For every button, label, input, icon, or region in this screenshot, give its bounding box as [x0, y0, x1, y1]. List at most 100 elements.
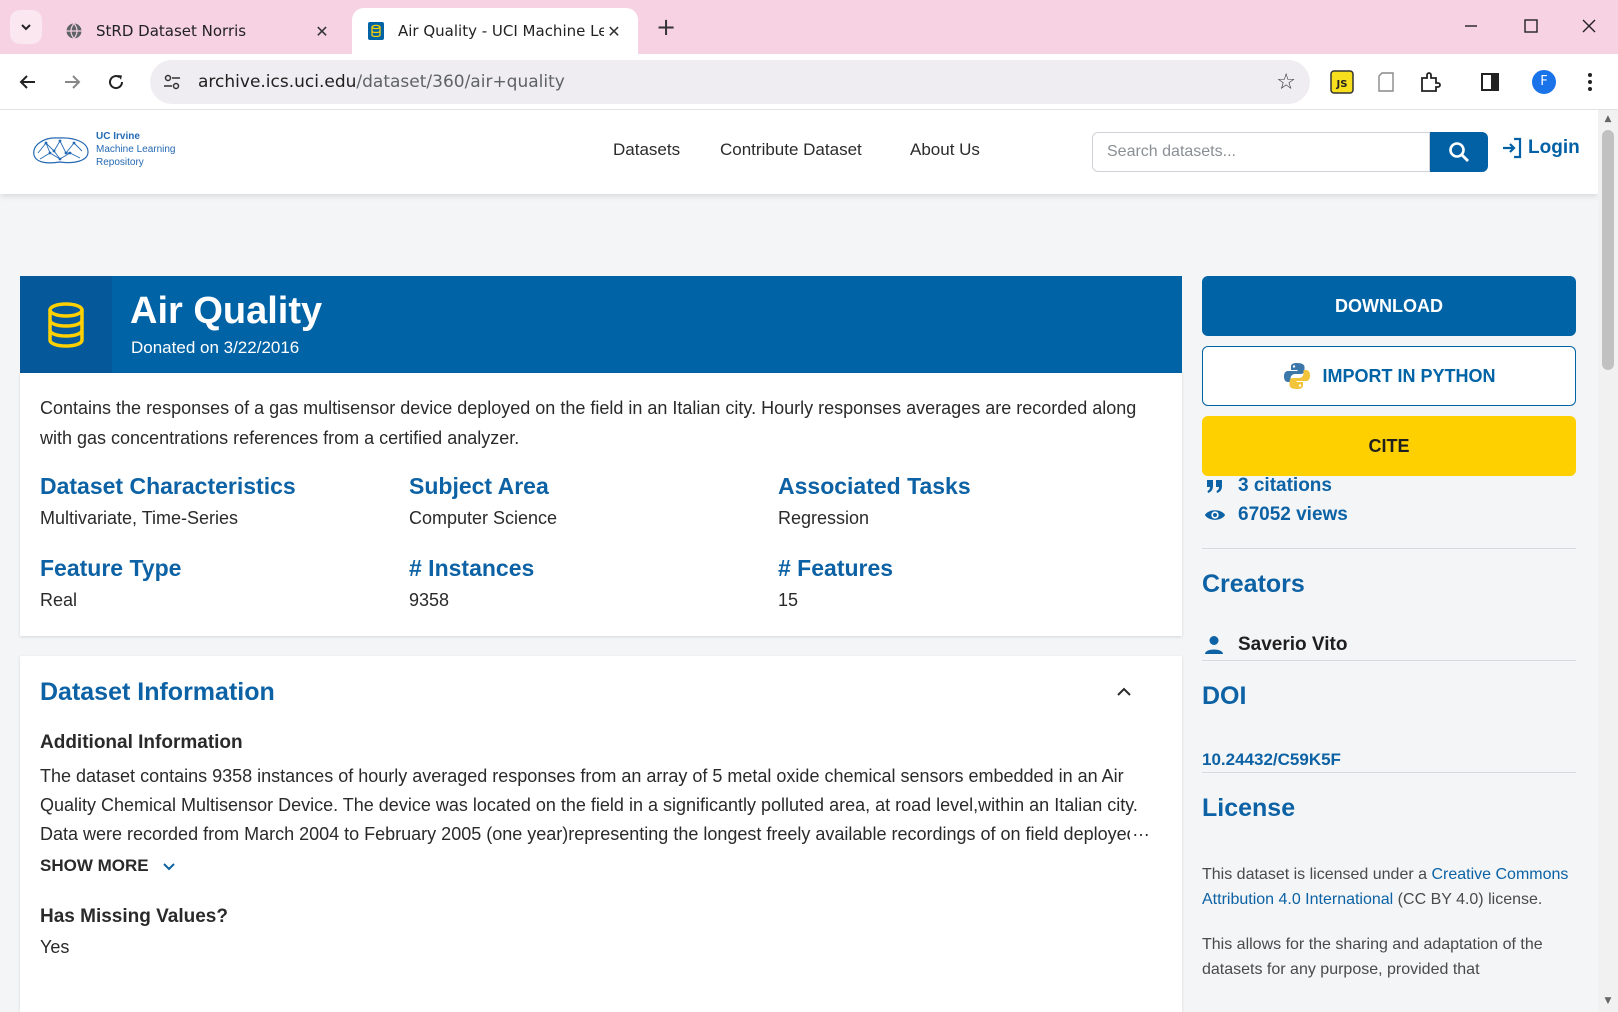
- logo-line-3: Repository: [96, 157, 144, 168]
- plus-icon[interactable]: +: [652, 12, 680, 42]
- characteristic-label: # Features: [778, 555, 894, 581]
- page-icon[interactable]: [1372, 68, 1400, 96]
- close-icon[interactable]: ✕: [312, 22, 332, 41]
- dataset-summary-card: Contains the responses of a gas multisen…: [20, 373, 1182, 636]
- characteristic-value: Regression: [778, 508, 870, 528]
- dataset-abstract: Contains the responses of a gas multisen…: [40, 398, 1137, 448]
- chevron-up-icon[interactable]: [1114, 682, 1134, 702]
- section-title: Dataset Information: [40, 678, 275, 706]
- search-icon: [1449, 142, 1469, 162]
- tab-title: StRD Dataset Norris: [96, 22, 247, 40]
- search-button[interactable]: [1430, 132, 1488, 172]
- minimize-icon[interactable]: [1448, 10, 1494, 42]
- import-in-python-button[interactable]: IMPORT IN PYTHON: [1202, 346, 1576, 406]
- tab-strip: StRD Dataset Norris ✕ Air Quality - UCI …: [0, 0, 1618, 54]
- nav-datasets[interactable]: Datasets: [613, 140, 680, 160]
- chevron-down-icon: [21, 24, 31, 31]
- logo-line-1: UC Irvine: [96, 131, 140, 142]
- close-icon[interactable]: ✕: [604, 22, 624, 41]
- import-in-python-label: IMPORT IN PYTHON: [1322, 365, 1496, 386]
- person-icon: [1205, 636, 1223, 654]
- scrollbar-thumb[interactable]: [1602, 130, 1614, 370]
- login-icon: [1503, 137, 1522, 159]
- license-heading: License: [1202, 794, 1296, 822]
- dataset-information-card: Dataset Information Additional Informati…: [20, 656, 1182, 1012]
- doi-link[interactable]: 10.24432/C59K5F: [1202, 750, 1341, 770]
- login-label: Login: [1528, 137, 1580, 158]
- donated-date: Donated on 3/22/2016: [131, 338, 300, 357]
- creator-name: Saverio Vito: [1238, 634, 1348, 655]
- divider: [1202, 548, 1576, 549]
- scroll-down-arrow[interactable]: ▼: [1602, 996, 1614, 1006]
- views-count: 67052 views: [1238, 504, 1348, 525]
- chevron-down-icon: [162, 863, 175, 871]
- maximize-icon[interactable]: [1508, 10, 1554, 42]
- characteristic-instances: # Instances 9358: [409, 555, 769, 611]
- logo-text: UC Irvine Machine Learning Repository: [96, 130, 176, 169]
- back-icon[interactable]: [10, 64, 46, 100]
- characteristic-label: Feature Type: [40, 555, 182, 581]
- characteristic-value: Multivariate, Time-Series: [40, 508, 239, 528]
- url-text: archive.ics.uci.edu/dataset/360/air+qual…: [198, 60, 565, 104]
- database-icon: [366, 21, 386, 41]
- creator-item: Saverio Vito: [1204, 634, 1347, 656]
- svg-text:JS: JS: [1336, 79, 1348, 90]
- page-content: UC Irvine Machine Learning Repository Da…: [0, 110, 1598, 1012]
- profile-initial: F: [1532, 70, 1556, 94]
- eye-icon: [1204, 507, 1226, 523]
- license-prefix: This dataset is licensed under a: [1202, 866, 1432, 883]
- js-extension-icon[interactable]: JS: [1328, 68, 1356, 96]
- page-scrollbar[interactable]: ▲ ▼: [1598, 110, 1618, 1012]
- scroll-up-arrow[interactable]: ▲: [1602, 114, 1614, 124]
- additional-information-heading: Additional Information: [40, 732, 243, 753]
- forward-icon[interactable]: [54, 64, 90, 100]
- missing-values-heading: Has Missing Values?: [40, 906, 228, 927]
- citations-link[interactable]: 3 citations: [1204, 475, 1332, 497]
- cite-button[interactable]: CITE: [1202, 416, 1576, 476]
- characteristic-value: Computer Science: [409, 508, 558, 528]
- browser-toolbar: archive.ics.uci.edu/dataset/360/air+qual…: [0, 54, 1618, 110]
- license-text: This dataset is licensed under a Creativ…: [1202, 862, 1576, 982]
- characteristic-label: Associated Tasks: [778, 473, 971, 499]
- characteristic-subject-area: Subject Area Computer Science: [409, 473, 769, 529]
- sidepanel-icon[interactable]: [1476, 68, 1504, 96]
- search-input[interactable]: Search datasets...: [1092, 132, 1430, 172]
- profile-avatar[interactable]: F: [1530, 68, 1558, 96]
- uci-logo[interactable]: UC Irvine Machine Learning Repository: [30, 130, 176, 169]
- license-more-text: This allows for the sharing and adaptati…: [1202, 936, 1543, 978]
- database-icon: [20, 276, 112, 373]
- download-button[interactable]: DOWNLOAD: [1202, 276, 1576, 336]
- site-header: UC Irvine Machine Learning Repository Da…: [0, 110, 1598, 194]
- address-bar[interactable]: archive.ics.uci.edu/dataset/360/air+qual…: [150, 60, 1310, 104]
- globe-icon: [64, 21, 84, 41]
- tab-title: Air Quality - UCI Machine Lear: [398, 22, 604, 40]
- dataset-header: Air Quality Donated on 3/22/2016: [20, 276, 1182, 373]
- tab-strd-dataset[interactable]: StRD Dataset Norris ✕: [50, 8, 346, 54]
- tab-search-button[interactable]: [10, 10, 42, 44]
- nav-about-us[interactable]: About Us: [910, 140, 980, 160]
- characteristic-label: # Instances: [409, 555, 535, 581]
- url-host: archive.ics.uci.edu: [198, 72, 357, 92]
- nav-contribute-dataset[interactable]: Contribute Dataset: [720, 140, 862, 160]
- doi-heading: DOI: [1202, 682, 1247, 710]
- show-more-label: SHOW MORE: [40, 856, 149, 875]
- logo-line-2: Machine Learning: [96, 144, 176, 155]
- site-info-icon[interactable]: [162, 72, 182, 92]
- characteristic-label: Dataset Characteristics: [40, 473, 296, 499]
- characteristic-value: 9358: [409, 590, 450, 610]
- characteristic-features: # Features 15: [778, 555, 1138, 611]
- show-more-button[interactable]: SHOW MORE: [40, 856, 177, 876]
- divider: [1202, 660, 1576, 661]
- puzzle-icon[interactable]: [1416, 68, 1444, 96]
- characteristic-value: Real: [40, 590, 78, 610]
- license-suffix: (CC BY 4.0) license.: [1393, 891, 1543, 908]
- citations-count: 3 citations: [1238, 475, 1332, 496]
- star-icon[interactable]: ☆: [1276, 70, 1296, 95]
- close-icon[interactable]: [1566, 10, 1612, 42]
- missing-values-value: Yes: [40, 937, 70, 957]
- tab-air-quality[interactable]: Air Quality - UCI Machine Lear ✕: [352, 8, 638, 54]
- characteristic-associated-tasks: Associated Tasks Regression: [778, 473, 1138, 529]
- reload-icon[interactable]: [98, 64, 134, 100]
- more-icon[interactable]: [1576, 68, 1604, 96]
- login-link[interactable]: Login: [1500, 136, 1580, 160]
